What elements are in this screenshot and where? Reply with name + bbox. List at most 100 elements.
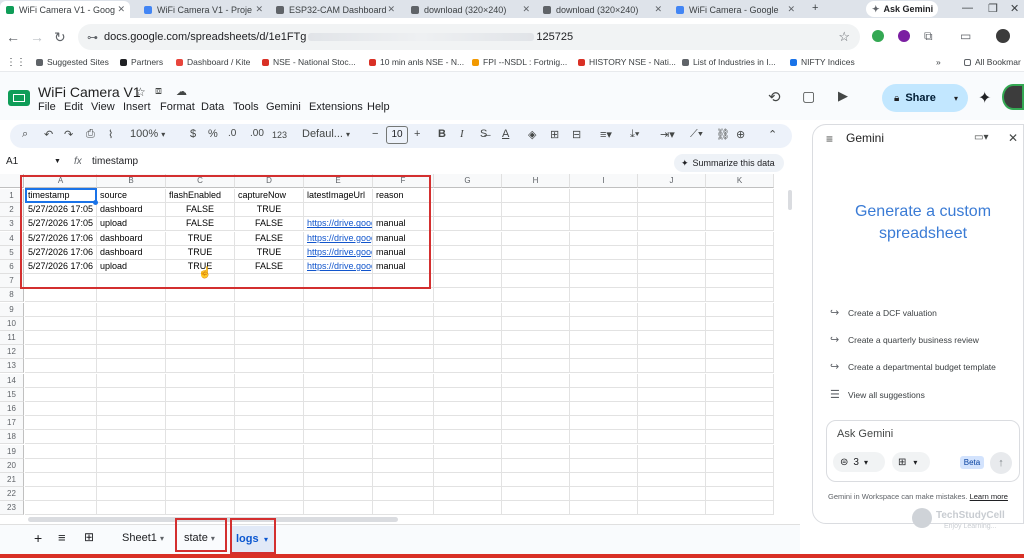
grid-cell[interactable] <box>570 487 638 502</box>
grid-cell[interactable] <box>304 345 373 360</box>
grid-cell[interactable] <box>304 473 373 487</box>
insert-table-chip[interactable]: ⊞ ▾ <box>892 452 930 472</box>
grid-cell[interactable] <box>434 217 502 232</box>
rotate-icon[interactable]: ⟋▾ <box>690 128 703 141</box>
tab-close-icon[interactable]: ✕ <box>787 4 795 15</box>
grid-cell[interactable] <box>373 345 434 360</box>
tab-close-icon[interactable]: ✕ <box>387 4 395 15</box>
grid-cell[interactable] <box>706 430 774 445</box>
extension-icon[interactable] <box>872 30 884 42</box>
grid-cell[interactable] <box>97 316 166 331</box>
column-header[interactable]: J <box>638 174 706 188</box>
grid-cell[interactable] <box>97 387 166 402</box>
grid-cell[interactable] <box>25 444 97 459</box>
row-header[interactable]: 21 <box>0 473 24 487</box>
row-header[interactable]: 20 <box>0 458 24 473</box>
grid-cell[interactable] <box>570 203 638 218</box>
grid-cell[interactable] <box>304 373 373 388</box>
grid-cell[interactable] <box>570 260 638 274</box>
merge-cells-icon[interactable]: ⊟ <box>572 128 581 141</box>
grid-cell[interactable] <box>570 189 638 203</box>
browser-tab[interactable]: WiFi Camera V1 - Goog ✕ <box>0 1 130 18</box>
redo-icon[interactable]: ↷ <box>64 128 73 141</box>
grid-cell[interactable] <box>706 402 774 416</box>
forward-icon[interactable]: → <box>30 29 44 45</box>
grid-cell[interactable] <box>25 416 97 431</box>
bookmark-item[interactable]: Dashboard / Kite <box>176 57 250 67</box>
print-icon[interactable]: ⎙ <box>86 128 95 141</box>
hamburger-icon[interactable]: ≡ <box>826 132 833 146</box>
profile-avatar[interactable] <box>996 29 1010 43</box>
grid-cell[interactable] <box>638 331 706 345</box>
grid-cell[interactable] <box>373 487 434 502</box>
grid-cell[interactable] <box>166 416 235 431</box>
grid-cell[interactable] <box>235 444 304 459</box>
grid-cell[interactable] <box>706 416 774 431</box>
grid-cell[interactable] <box>570 416 638 431</box>
close-panel-icon[interactable]: ✕ <box>1008 131 1018 145</box>
grid-cell[interactable] <box>304 487 373 502</box>
grid-cell[interactable] <box>304 430 373 445</box>
grid-cell[interactable] <box>434 430 502 445</box>
align-icon[interactable]: ≡▾ <box>600 128 612 141</box>
grid-cell[interactable] <box>502 302 570 317</box>
grid-cell[interactable] <box>434 231 502 246</box>
row-header[interactable]: 8 <box>0 288 24 303</box>
grid-cell[interactable] <box>304 316 373 331</box>
grid-cell[interactable] <box>502 416 570 431</box>
percent-button[interactable]: % <box>208 128 218 140</box>
grid-cell[interactable] <box>638 316 706 331</box>
grid-cell[interactable] <box>706 245 774 260</box>
grid-cell[interactable] <box>235 302 304 317</box>
ask-gemini-chip[interactable]: ✦ Ask Gemini <box>866 1 938 17</box>
meet-icon[interactable]: ▶ <box>838 88 848 104</box>
grid-cell[interactable] <box>373 302 434 317</box>
grid-cell[interactable] <box>638 217 706 232</box>
attach-count-chip[interactable]: ⊜ 3 ▾ <box>833 452 885 472</box>
row-header[interactable]: 22 <box>0 487 24 502</box>
grid-cell[interactable] <box>434 487 502 502</box>
increase-decimal-button[interactable]: .00 <box>250 128 264 139</box>
gemini-suggestion[interactable]: ↪ Create a DCF valuation <box>830 306 937 319</box>
grid-cell[interactable] <box>502 231 570 246</box>
grid-cell[interactable] <box>235 387 304 402</box>
grid-cell[interactable] <box>638 345 706 360</box>
grid-cell[interactable] <box>235 430 304 445</box>
grid-cell[interactable] <box>570 373 638 388</box>
grid-cell[interactable] <box>706 501 774 516</box>
grid-cell[interactable] <box>706 302 774 317</box>
grid-cell[interactable] <box>373 288 434 303</box>
grid-cell[interactable] <box>97 501 166 516</box>
grid-cell[interactable] <box>502 331 570 345</box>
grid-cell[interactable] <box>706 217 774 232</box>
grid-cell[interactable] <box>373 458 434 473</box>
grid-cell[interactable] <box>638 231 706 246</box>
grid-cell[interactable] <box>304 458 373 473</box>
panel-layout-icon[interactable]: ▭▾ <box>974 132 988 143</box>
grid-cell[interactable] <box>502 217 570 232</box>
grid-cell[interactable] <box>570 245 638 260</box>
grid-cell[interactable] <box>25 487 97 502</box>
grid-cell[interactable] <box>25 373 97 388</box>
close-window-icon[interactable]: ✕ <box>1010 2 1019 15</box>
grid-cell[interactable] <box>97 458 166 473</box>
font-size-input[interactable]: 10 <box>386 126 408 144</box>
column-header[interactable]: G <box>434 174 502 188</box>
grid-cell[interactable] <box>706 373 774 388</box>
grid-cell[interactable] <box>570 359 638 374</box>
grid-cell[interactable] <box>97 487 166 502</box>
grid-cell[interactable] <box>502 189 570 203</box>
bookmark-item[interactable]: List of Industries in I... <box>682 57 776 67</box>
name-box[interactable]: A1 <box>6 156 18 167</box>
undo-icon[interactable]: ↶ <box>44 128 53 141</box>
summarize-button[interactable]: ✦ Summarize this data <box>674 154 784 172</box>
back-icon[interactable]: ← <box>6 29 20 45</box>
grid-cell[interactable] <box>570 430 638 445</box>
grid-cell[interactable] <box>502 430 570 445</box>
insert-comment-icon[interactable]: ⊕ <box>736 128 745 141</box>
browser-tab[interactable]: download (320×240) ✕ <box>537 1 667 18</box>
tab-close-icon[interactable]: ✕ <box>255 4 263 15</box>
text-color-icon[interactable]: A <box>502 128 509 140</box>
grid-cell[interactable] <box>97 430 166 445</box>
grid-cell[interactable] <box>25 473 97 487</box>
